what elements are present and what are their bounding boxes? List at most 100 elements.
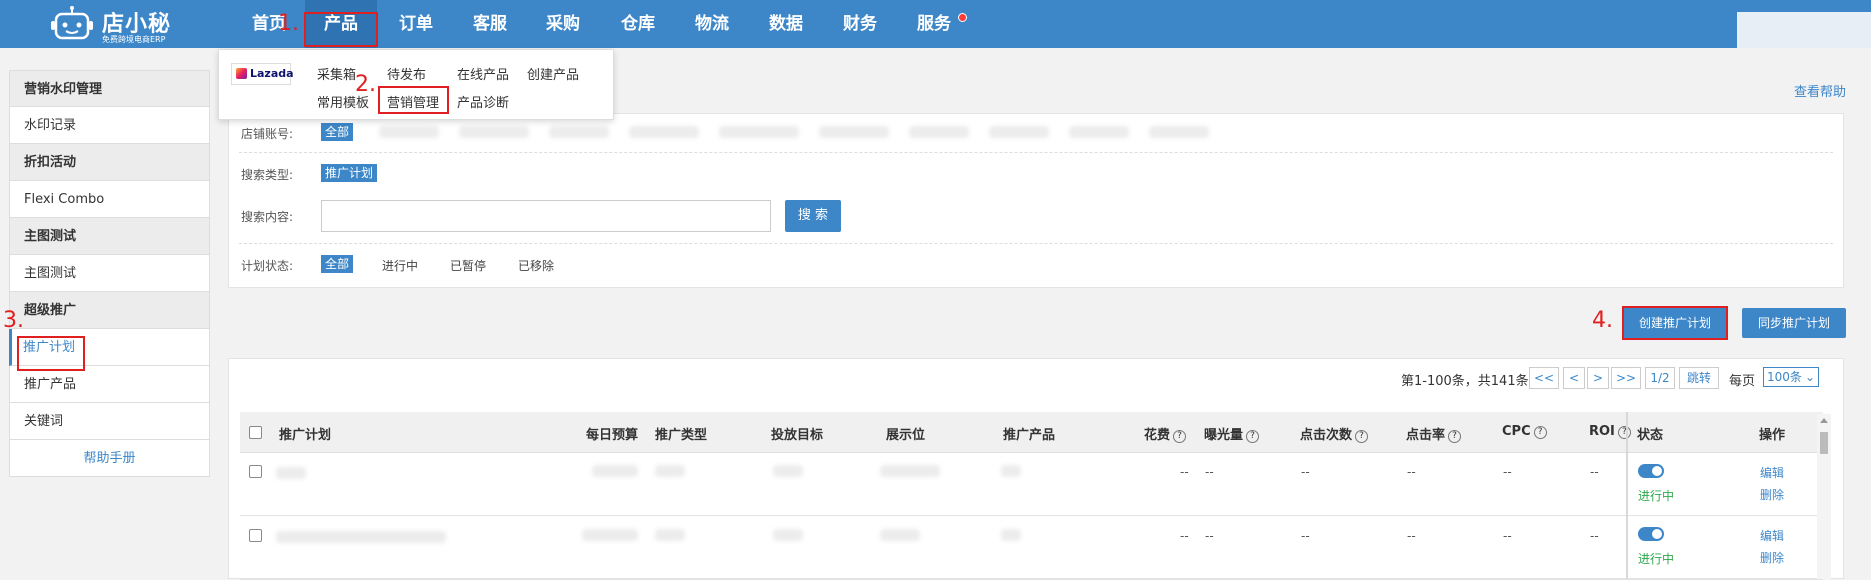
delete-link[interactable]: 删除 bbox=[1760, 486, 1784, 503]
blurred-plan-name[interactable] bbox=[276, 467, 306, 479]
status-all-tag[interactable]: 全部 bbox=[321, 255, 354, 273]
lazada-platform-badge[interactable]: Lazada bbox=[231, 63, 294, 85]
menu-online-products[interactable]: 在线产品 bbox=[457, 64, 509, 83]
help-icon[interactable]: ? bbox=[1246, 430, 1260, 443]
th-impressions-label: 曝光量 bbox=[1204, 428, 1244, 443]
th-impressions: 曝光量? bbox=[1204, 424, 1260, 443]
sidebar-group-super-promotion: 超级推广 bbox=[9, 292, 210, 329]
sidebar-group-main-image-test: 主图测试 bbox=[9, 218, 210, 255]
th-status: 状态 bbox=[1637, 428, 1664, 443]
cpc-value: -- bbox=[1503, 465, 1512, 479]
status-toggle[interactable] bbox=[1638, 527, 1664, 541]
blurred-store[interactable] bbox=[989, 126, 1049, 138]
prev-page-button[interactable]: < bbox=[1563, 367, 1585, 389]
th-placement: 展示位 bbox=[886, 428, 926, 443]
status-running-text: 进行中 bbox=[1638, 489, 1675, 503]
menu-product-diagnosis[interactable]: 产品诊断 bbox=[457, 92, 509, 111]
cost-value: -- bbox=[1180, 465, 1189, 479]
store-account-label: 店铺账号: bbox=[241, 127, 294, 141]
nav-service[interactable]: 客服 bbox=[473, 0, 507, 48]
jump-button[interactable]: 跳转 bbox=[1679, 367, 1719, 389]
lazada-label: Lazada bbox=[250, 67, 294, 80]
sidebar-item-watermark-records[interactable]: 水印记录 bbox=[9, 107, 210, 144]
nav-logistics[interactable]: 物流 bbox=[695, 0, 729, 48]
menu-create-product[interactable]: 创建产品 bbox=[527, 64, 579, 83]
sidebar-item-promotion-products[interactable]: 推广产品 bbox=[9, 366, 210, 403]
help-link[interactable]: 查看帮助 bbox=[1794, 81, 1846, 100]
status-removed-option[interactable]: 已移除 bbox=[518, 257, 554, 274]
menu-to-publish[interactable]: 待发布 bbox=[387, 64, 426, 83]
blurred-store[interactable] bbox=[459, 126, 529, 138]
search-button[interactable]: 搜 索 bbox=[785, 200, 841, 232]
divider bbox=[239, 243, 1833, 244]
blurred-placement bbox=[880, 465, 940, 477]
delete-link[interactable]: 删除 bbox=[1760, 549, 1784, 566]
help-icon[interactable]: ? bbox=[1533, 426, 1547, 439]
th-clicks-label: 点击次数 bbox=[1300, 428, 1353, 443]
th-clicks: 点击次数? bbox=[1300, 424, 1369, 443]
search-type-tag[interactable]: 推广计划 bbox=[321, 164, 378, 182]
sync-promotion-plan-button[interactable]: 同步推广计划 bbox=[1742, 308, 1846, 338]
blurred-store[interactable] bbox=[819, 126, 889, 138]
nav-warehouse[interactable]: 仓库 bbox=[621, 0, 655, 48]
sidebar-help-manual[interactable]: 帮助手册 bbox=[9, 440, 210, 477]
ctr-value: -- bbox=[1407, 529, 1416, 543]
impressions-value: -- bbox=[1205, 465, 1214, 479]
blurred-store[interactable] bbox=[379, 126, 439, 138]
help-icon[interactable]: ? bbox=[1355, 430, 1369, 443]
annotation-number-1: 1. bbox=[278, 11, 299, 36]
nav-order[interactable]: 订单 bbox=[399, 0, 433, 48]
status-toggle[interactable] bbox=[1638, 464, 1664, 478]
filter-panel: 店铺账号: 全部 搜索类型: 推广计划 搜索内容: 搜 索 计划状态: 全部 进… bbox=[228, 113, 1844, 288]
edit-link[interactable]: 编辑 bbox=[1760, 527, 1784, 544]
annotation-box-3 bbox=[17, 336, 85, 371]
status-paused-option[interactable]: 已暂停 bbox=[450, 257, 486, 274]
annotation-number-2: 2. bbox=[355, 72, 376, 97]
help-icon[interactable]: ? bbox=[1173, 430, 1187, 443]
help-icon[interactable]: ? bbox=[1448, 430, 1462, 443]
nav-purchase[interactable]: 采购 bbox=[546, 0, 580, 48]
sidebar-group-discount: 折扣活动 bbox=[9, 144, 210, 181]
edit-link[interactable]: 编辑 bbox=[1760, 464, 1784, 481]
robot-logo-icon bbox=[51, 6, 93, 40]
blurred-placement bbox=[880, 529, 920, 541]
blurred-plan-name[interactable] bbox=[276, 531, 446, 543]
first-page-button[interactable]: << bbox=[1529, 367, 1559, 389]
search-input[interactable] bbox=[321, 200, 771, 232]
th-cpc-label: CPC bbox=[1502, 424, 1531, 439]
per-page-select[interactable]: 100条 ⌄ bbox=[1763, 367, 1819, 387]
blurred-store[interactable] bbox=[629, 126, 699, 138]
row-checkbox[interactable] bbox=[249, 465, 262, 478]
last-page-button[interactable]: >> bbox=[1611, 367, 1641, 389]
cost-value: -- bbox=[1180, 529, 1189, 543]
table-row: -- -- -- -- -- -- 进行中 编辑 删除 bbox=[240, 517, 1823, 580]
nav-data[interactable]: 数据 bbox=[769, 0, 803, 48]
menu-collect-box[interactable]: 采集箱 bbox=[317, 64, 356, 83]
nav-finance[interactable]: 财务 bbox=[843, 0, 877, 48]
app-tagline: 免费跨境电商ERP bbox=[102, 35, 166, 44]
logo[interactable]: 店小秘 免费跨境电商ERP bbox=[50, 4, 190, 44]
sidebar-item-flexi-combo[interactable]: Flexi Combo bbox=[9, 181, 210, 218]
blurred-store[interactable] bbox=[719, 126, 799, 138]
store-all-tag[interactable]: 全部 bbox=[321, 123, 354, 141]
scroll-thumb[interactable] bbox=[1820, 432, 1828, 454]
blurred-store[interactable] bbox=[1069, 126, 1129, 138]
row-checkbox[interactable] bbox=[249, 529, 262, 542]
th-cost: 花费? bbox=[1144, 424, 1187, 443]
th-plan: 推广计划 bbox=[279, 428, 332, 443]
help-icon[interactable]: ? bbox=[1617, 426, 1631, 439]
table-scrollbar[interactable] bbox=[1817, 414, 1831, 579]
sidebar-item-main-image-test[interactable]: 主图测试 bbox=[9, 255, 210, 292]
user-account-area[interactable] bbox=[1737, 12, 1871, 48]
scroll-up-icon[interactable] bbox=[1820, 418, 1828, 423]
impressions-value: -- bbox=[1205, 529, 1214, 543]
blurred-store[interactable] bbox=[909, 126, 969, 138]
sidebar-item-keywords[interactable]: 关键词 bbox=[9, 403, 210, 440]
divider bbox=[239, 152, 1833, 153]
select-all-checkbox[interactable] bbox=[249, 426, 262, 439]
blurred-store[interactable] bbox=[1149, 126, 1209, 138]
nav-services[interactable]: 服务 bbox=[917, 0, 951, 48]
status-running-option[interactable]: 进行中 bbox=[382, 257, 418, 274]
blurred-store[interactable] bbox=[549, 126, 609, 138]
next-page-button[interactable]: > bbox=[1587, 367, 1609, 389]
